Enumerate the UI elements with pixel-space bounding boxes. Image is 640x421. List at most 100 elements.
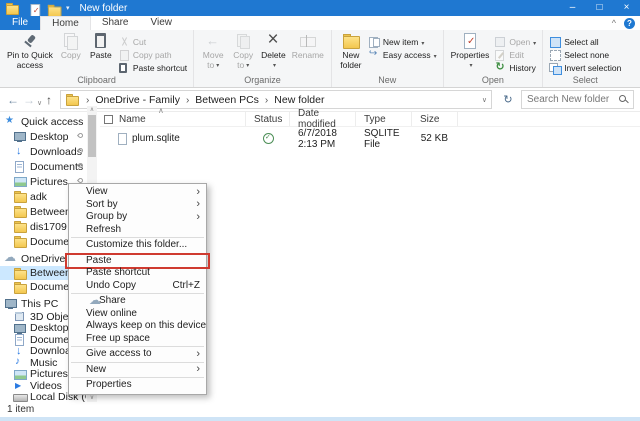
window-bottom-edge <box>0 417 640 421</box>
collapse-ribbon-icon[interactable]: ^ <box>612 18 616 28</box>
tab-share[interactable]: Share <box>91 16 140 30</box>
history-button[interactable]: History <box>492 61 538 74</box>
menu-item-always-keep-on-this-device[interactable]: Always keep on this device <box>69 320 206 333</box>
dropdown-icon <box>421 37 424 47</box>
minimize-button[interactable]: – <box>559 0 586 16</box>
sort-ascending-icon <box>158 106 164 115</box>
back-button[interactable]: ← <box>7 92 19 108</box>
dropdown-icon <box>216 59 219 71</box>
dropdown-icon <box>469 59 472 71</box>
paste-button[interactable]: Paste <box>86 32 116 74</box>
maximize-button[interactable]: □ <box>586 0 613 16</box>
column-header-name[interactable]: Name <box>100 112 246 126</box>
file-size: 52 KB <box>412 133 458 144</box>
properties-button[interactable]: Properties <box>448 32 493 74</box>
menu-item-paste-shortcut[interactable]: Paste shortcut <box>69 267 206 280</box>
sidebar-item-desktop[interactable]: Desktop <box>0 129 86 144</box>
copy-button[interactable]: Copy <box>56 32 86 74</box>
paste-shortcut-button[interactable]: Paste shortcut <box>116 61 189 74</box>
star-icon <box>4 116 17 127</box>
copy-to-button[interactable]: Copy to <box>228 32 258 74</box>
breadcrumb[interactable]: OneDrive - Family Between PCs New folder <box>60 90 492 109</box>
menu-item-group-by[interactable]: Group by <box>69 211 206 224</box>
video-icon <box>13 380 26 391</box>
menu-item-refresh[interactable]: Refresh <box>69 224 206 237</box>
address-dropdown-icon[interactable] <box>482 96 487 104</box>
menu-item-sort-by[interactable]: Sort by <box>69 199 206 212</box>
sidebar-item-downloads[interactable]: Downloads <box>0 144 86 159</box>
breadcrumb-item[interactable]: OneDrive - Family <box>95 94 180 106</box>
ribbon-group-label: Clipboard <box>0 74 193 87</box>
search-input[interactable] <box>522 91 633 108</box>
tab-home[interactable]: Home <box>40 16 91 30</box>
file-row[interactable]: plum.sqlite 6/7/2018 2:13 PM SQLITE File… <box>100 131 640 146</box>
submenu-arrow-icon <box>196 363 200 377</box>
delete-button[interactable]: Delete <box>258 32 289 74</box>
qat-new-folder-icon[interactable] <box>46 4 56 13</box>
qat-properties-icon[interactable] <box>27 4 37 13</box>
forward-button[interactable]: → <box>23 92 35 108</box>
download-icon <box>13 146 26 157</box>
tab-view[interactable]: View <box>140 16 184 30</box>
menu-item-undo-copy[interactable]: Undo Copy Ctrl+Z <box>69 280 206 293</box>
search-box <box>521 90 634 109</box>
scroll-down-icon[interactable] <box>87 394 97 402</box>
select-all-button[interactable]: Select all <box>547 35 623 48</box>
menu-item-free-up-space[interactable]: Free up space <box>69 333 206 346</box>
invert-selection-button[interactable]: Invert selection <box>547 61 623 74</box>
menu-item-view[interactable]: View <box>69 186 206 199</box>
column-header-date-modified[interactable]: Date modified <box>290 112 356 126</box>
menu-item-share[interactable]: Share <box>69 295 206 308</box>
rename-button[interactable]: Rename <box>289 32 327 74</box>
open-button[interactable]: Open <box>492 35 538 48</box>
menu-separator[interactable] <box>71 362 204 363</box>
column-header-type[interactable]: Type <box>356 112 412 126</box>
column-header-status[interactable]: Status <box>246 112 290 126</box>
new-item-button[interactable]: New item <box>366 35 439 48</box>
menu-separator[interactable] <box>71 346 204 347</box>
menu-item-properties[interactable]: Properties <box>69 379 206 392</box>
column-header-size[interactable]: Size <box>412 112 458 126</box>
breadcrumb-chevron-icon <box>180 94 195 106</box>
app-folder-icon <box>5 3 18 14</box>
menu-item-new[interactable]: New <box>69 364 206 377</box>
edit-button[interactable]: Edit <box>492 48 538 61</box>
menu-separator[interactable] <box>71 253 204 254</box>
cut-button[interactable]: Cut <box>116 35 189 48</box>
up-button[interactable]: ↑ <box>46 92 52 108</box>
pin-to-quick-access-button[interactable]: Pin to Quick access <box>4 32 56 74</box>
monitor-icon <box>13 131 26 142</box>
breadcrumb-item[interactable]: Between PCs <box>195 94 259 106</box>
select-none-icon <box>549 50 561 60</box>
select-none-button[interactable]: Select none <box>547 48 623 61</box>
folder-icon <box>65 94 78 105</box>
tab-file[interactable]: File <box>0 16 40 30</box>
sidebar-section-quick-access[interactable]: Quick access <box>0 114 86 129</box>
folder-icon <box>13 282 26 293</box>
new-folder-button[interactable]: New folder <box>336 32 366 74</box>
breadcrumb-item[interactable]: New folder <box>274 94 324 106</box>
easy-access-button[interactable]: Easy access <box>366 48 439 61</box>
menu-item-customize-this-folder[interactable]: Customize this folder... <box>69 239 206 252</box>
page-icon <box>116 133 129 144</box>
scrollbar-thumb[interactable] <box>88 115 96 157</box>
help-icon[interactable]: ? <box>624 18 635 29</box>
quick-access-toolbar: ▾ <box>26 3 70 14</box>
menu-item-paste[interactable]: Paste <box>69 255 206 268</box>
menu-separator[interactable] <box>71 237 204 238</box>
close-button[interactable]: × <box>613 0 640 16</box>
recent-locations-dropdown-icon[interactable]: ∨ <box>37 96 42 112</box>
sidebar-item-documents[interactable]: Documents <box>0 159 86 174</box>
window-controls: – □ × <box>559 0 640 16</box>
menu-item-give-access-to[interactable]: Give access to <box>69 348 206 361</box>
qat-customize-dropdown-icon[interactable]: ▾ <box>66 4 70 12</box>
menu-separator[interactable] <box>71 377 204 378</box>
copy-path-button[interactable]: Copy path <box>116 48 189 61</box>
move-to-button[interactable]: Move to <box>198 32 228 74</box>
select-all-checkbox[interactable] <box>104 115 113 124</box>
scroll-up-icon[interactable] <box>87 106 97 114</box>
refresh-icon[interactable] <box>500 92 516 108</box>
folder-icon <box>13 268 26 279</box>
menu-item-view-online[interactable]: View online <box>69 308 206 321</box>
submenu-arrow-icon <box>196 198 200 212</box>
